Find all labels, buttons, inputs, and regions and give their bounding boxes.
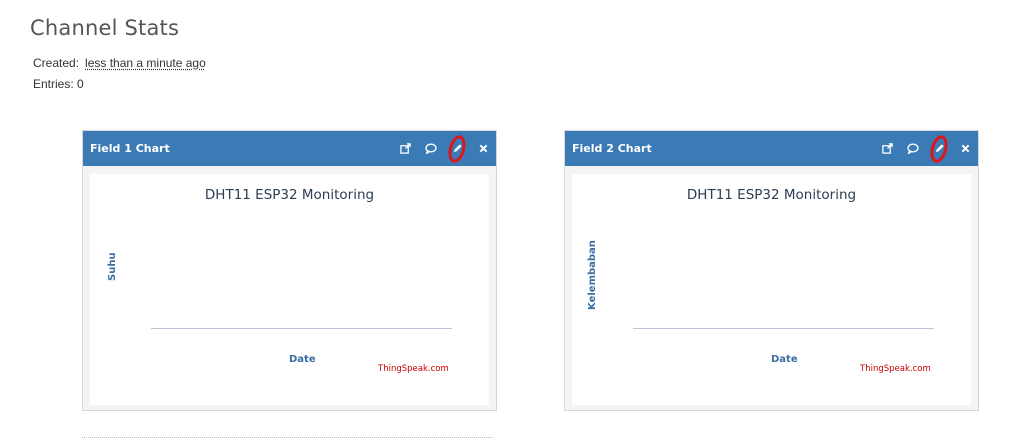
comment-icon bbox=[425, 143, 437, 154]
entries-count: Entries: 0 bbox=[33, 77, 84, 91]
edit-button[interactable] bbox=[444, 131, 470, 166]
x-axis-line bbox=[633, 328, 934, 329]
comment-button[interactable] bbox=[418, 131, 444, 166]
widget-title: Field 1 Chart bbox=[90, 142, 170, 155]
page-title: Channel Stats bbox=[30, 16, 180, 40]
y-axis-label: Kelembaban bbox=[587, 240, 598, 310]
chart-title: DHT11 ESP32 Monitoring bbox=[204, 187, 375, 203]
chart-plot-area: DHT11 ESP32 Monitoring Kelembaban Date T… bbox=[572, 174, 971, 405]
y-axis-label: Suhu bbox=[107, 252, 118, 281]
close-button[interactable] bbox=[470, 131, 496, 166]
external-link-icon bbox=[881, 143, 893, 154]
field-2-chart-widget: Field 2 Chart DHT11 ESP32 Monitoring Kel… bbox=[564, 130, 979, 411]
edit-button[interactable] bbox=[926, 131, 952, 166]
chart-plot-area: DHT11 ESP32 Monitoring Suhu Date ThingSp… bbox=[90, 174, 489, 405]
chart-title: DHT11 ESP32 Monitoring bbox=[686, 187, 857, 203]
close-icon bbox=[961, 144, 969, 153]
widget-header: Field 1 Chart bbox=[83, 131, 496, 166]
external-link-button[interactable] bbox=[874, 131, 900, 166]
chart-credit-link[interactable]: ThingSpeak.com bbox=[378, 364, 449, 374]
dotted-separator bbox=[82, 437, 493, 438]
field-1-chart-widget: Field 1 Chart DHT11 ESP32 Monitoring Suh… bbox=[82, 130, 497, 411]
comment-icon bbox=[907, 143, 919, 154]
created-label: Created: bbox=[33, 56, 80, 70]
chart-credit-link[interactable]: ThingSpeak.com bbox=[860, 364, 931, 374]
widget-title: Field 2 Chart bbox=[572, 142, 652, 155]
widget-tools bbox=[874, 131, 978, 166]
widget-tools bbox=[392, 131, 496, 166]
channel-stats-page: Channel Stats Created: less than a minute… bbox=[0, 0, 1024, 445]
pencil-icon bbox=[935, 144, 944, 153]
pencil-icon bbox=[453, 144, 462, 153]
created-info: Created: less than a minute ago bbox=[33, 56, 206, 70]
x-axis-line bbox=[151, 328, 452, 329]
x-axis-label: Date bbox=[289, 354, 316, 365]
widget-header: Field 2 Chart bbox=[565, 131, 978, 166]
comment-button[interactable] bbox=[900, 131, 926, 166]
external-link-button[interactable] bbox=[392, 131, 418, 166]
x-axis-label: Date bbox=[771, 354, 798, 365]
created-value: less than a minute ago bbox=[85, 56, 206, 70]
external-link-icon bbox=[399, 143, 411, 154]
close-icon bbox=[479, 144, 487, 153]
close-button[interactable] bbox=[952, 131, 978, 166]
